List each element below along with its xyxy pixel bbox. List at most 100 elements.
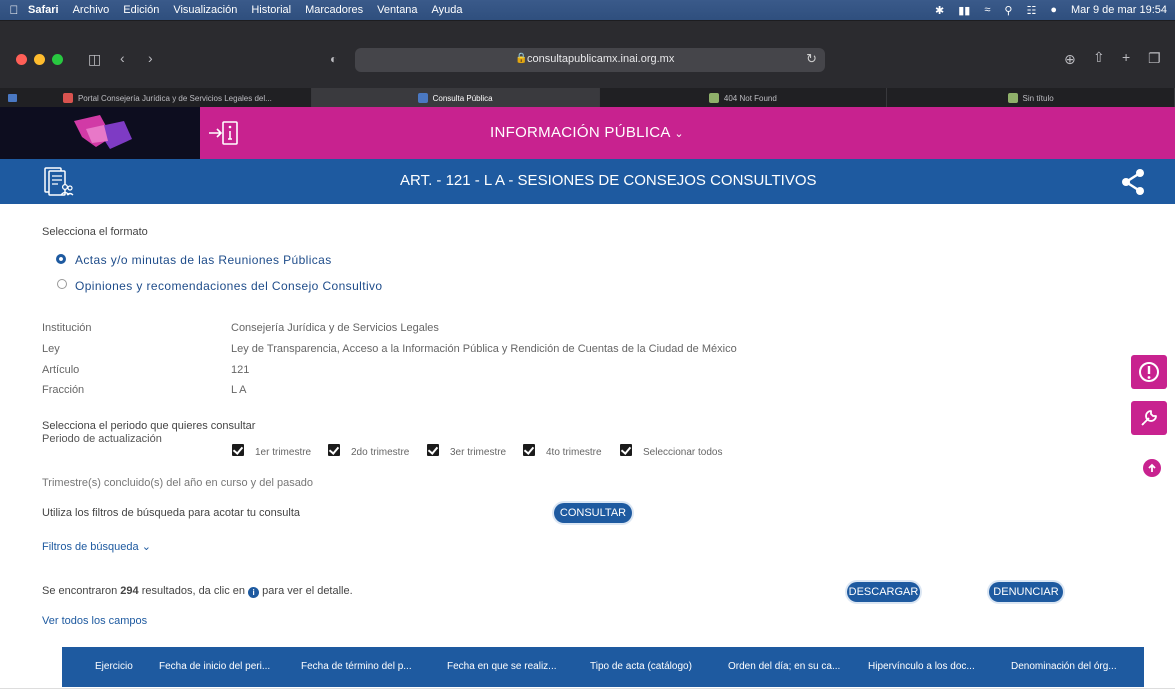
radio-actas-label[interactable]: Actas y/o minutas de las Reuniones Públi…	[75, 253, 332, 267]
checkbox-2do-trimestre-label[interactable]: 2do trimestre	[351, 447, 409, 458]
tab-404[interactable]: 404 Not Found	[600, 88, 888, 108]
privacy-shield-icon[interactable]: ◐	[330, 52, 337, 66]
informacion-publica-menu[interactable]: INFORMACIÓN PÚBLICA ⌄	[490, 124, 684, 141]
tab-label: 404 Not Found	[723, 93, 777, 103]
favicon-icon	[1007, 93, 1018, 103]
favicon-icon	[708, 93, 719, 103]
menu-marcadores[interactable]: Marcadores	[305, 4, 363, 16]
spotlight-search-icon[interactable]: ⚲	[1004, 4, 1012, 17]
siri-icon[interactable]: ●	[1050, 4, 1057, 16]
alert-icon	[1139, 362, 1159, 382]
ver-todos-campos-link[interactable]: Ver todos los campos	[42, 615, 147, 627]
address-url[interactable]: consultapublicamx.inai.org.mx	[527, 53, 674, 65]
consultar-button[interactable]: CONSULTAR	[554, 503, 632, 523]
title-bar: ART. - 121 - L A - SESIONES DE CONSEJOS …	[0, 159, 1175, 204]
tab-label: Portal Consejería Jurídica y de Servicio…	[77, 93, 272, 103]
results-table-header: Ejercicio Fecha de inicio del peri... Fe…	[62, 647, 1144, 687]
results-suffix-a: resultados, da clic en	[141, 585, 246, 597]
login-icon[interactable]	[207, 119, 241, 147]
bluetooth-icon[interactable]: ✱	[935, 4, 944, 17]
zoom-window-button[interactable]	[52, 54, 63, 65]
column-header-fecha-termino[interactable]: Fecha de término del p...	[301, 661, 412, 672]
detail-value-institucion: Consejería Jurídica y de Servicios Legal…	[231, 322, 439, 334]
column-header-denominacion[interactable]: Denominación del órg...	[1011, 661, 1117, 672]
tab-group-icon[interactable]	[0, 88, 24, 108]
chevron-down-icon: ⌄	[674, 128, 684, 140]
checkbox-4to-trimestre-label[interactable]: 4to trimestre	[546, 447, 602, 458]
column-header-fecha-inicio[interactable]: Fecha de inicio del peri...	[159, 661, 270, 672]
filter-hint: Utiliza los filtros de búsqueda para aco…	[42, 507, 301, 519]
tab-consulta-publica[interactable]: Consulta Pública	[311, 88, 600, 108]
tab-portal-consejeria[interactable]: Portal Consejería Jurídica y de Servicio…	[24, 88, 312, 108]
chevron-down-icon: ⌄	[141, 541, 151, 553]
wifi-icon[interactable]: ≈	[984, 4, 990, 16]
reload-icon[interactable]: ↻	[806, 51, 817, 67]
period-note: Trimestre(s) concluido(s) del año en cur…	[42, 477, 314, 489]
menubar-clock[interactable]: Mar 9 de mar 19:54	[1071, 4, 1167, 16]
tools-icon-button[interactable]	[1131, 401, 1167, 435]
menu-visualizacion[interactable]: Visualización	[173, 4, 237, 16]
page-title: ART. - 121 - L A - SESIONES DE CONSEJOS …	[400, 172, 817, 189]
results-count: 294	[120, 585, 139, 597]
checkbox-seleccionar-todos-label[interactable]: Seleccionar todos	[643, 447, 723, 458]
favicon-icon	[62, 93, 73, 103]
menu-historial[interactable]: Historial	[251, 4, 291, 16]
menu-ayuda[interactable]: Ayuda	[432, 4, 463, 16]
descargar-button[interactable]: DESCARGAR	[847, 582, 920, 602]
menu-archivo[interactable]: Archivo	[73, 4, 110, 16]
menu-safari[interactable]: Safari	[28, 4, 59, 16]
column-header-hipervinculo[interactable]: Hipervínculo a los doc...	[868, 661, 975, 672]
arrow-up-icon	[1148, 463, 1156, 472]
new-tab-icon[interactable]: +	[1122, 49, 1130, 65]
apple-icon[interactable]: 	[0, 3, 28, 17]
checkbox-1er-trimestre-label[interactable]: 1er trimestre	[255, 447, 311, 458]
tab-bar: Portal Consejería Jurídica y de Servicio…	[0, 88, 1175, 108]
filters-toggle-label: Filtros de búsqueda	[42, 541, 139, 553]
results-suffix-b: para ver el detalle.	[262, 585, 353, 597]
nav-label: INFORMACIÓN PÚBLICA	[490, 124, 670, 141]
denunciar-button[interactable]: DENUNCIAR	[989, 582, 1063, 602]
wrench-icon	[1141, 410, 1157, 426]
checkbox-1er-trimestre[interactable]	[232, 444, 244, 456]
sidebar-toggle-icon[interactable]: ◫	[88, 51, 101, 68]
checkbox-4to-trimestre[interactable]	[523, 444, 535, 456]
lock-icon: 🔒	[515, 53, 528, 64]
radio-opiniones-label[interactable]: Opiniones y recomendaciones del Consejo …	[75, 279, 383, 293]
tab-overview-icon[interactable]: ❐	[1148, 50, 1161, 67]
checkbox-3er-trimestre[interactable]	[427, 444, 439, 456]
info-icon: i	[248, 587, 260, 598]
document-users-icon	[42, 165, 74, 199]
detail-key-fraccion: Fracción	[42, 384, 85, 396]
control-center-icon[interactable]: ☷	[1026, 4, 1036, 17]
back-icon[interactable]: ‹	[120, 50, 125, 66]
detail-key-articulo: Artículo	[42, 364, 80, 376]
address-bar[interactable]: 🔒 consultapublicamx.inai.org.mx ↻	[355, 48, 825, 72]
column-header-orden-dia[interactable]: Orden del día; en su ca...	[728, 661, 840, 672]
radio-opiniones[interactable]	[57, 279, 67, 289]
site-header: INFORMACIÓN PÚBLICA ⌄	[0, 107, 1175, 159]
column-header-tipo-acta[interactable]: Tipo de acta (catálogo)	[590, 661, 692, 672]
checkbox-seleccionar-todos[interactable]	[620, 444, 632, 456]
checkbox-3er-trimestre-label[interactable]: 3er trimestre	[450, 447, 506, 458]
radio-actas[interactable]	[56, 254, 66, 264]
menu-ventana[interactable]: Ventana	[377, 4, 417, 16]
site-logo[interactable]	[0, 107, 200, 159]
forward-icon[interactable]: ›	[148, 50, 153, 66]
column-header-fecha-realizacion[interactable]: Fecha en que se realiz...	[447, 661, 557, 672]
close-window-button[interactable]	[16, 54, 27, 65]
checkbox-2do-trimestre[interactable]	[328, 444, 340, 456]
share-icon[interactable]	[1118, 167, 1148, 197]
tab-sin-titulo[interactable]: Sin título	[887, 88, 1175, 108]
menu-edicion[interactable]: Edición	[123, 4, 159, 16]
macos-menu-bar:  Safari Archivo Edición Visualización H…	[0, 0, 1175, 20]
minimize-window-button[interactable]	[34, 54, 45, 65]
share-toolbar-icon[interactable]: ⇧	[1093, 49, 1105, 66]
column-header-ejercicio[interactable]: Ejercicio	[95, 661, 133, 672]
search-filters-toggle[interactable]: Filtros de búsqueda ⌄	[42, 540, 151, 553]
period-label: Selecciona el periodo que quieres consul…	[42, 420, 256, 432]
downloads-icon[interactable]: ⊕	[1064, 51, 1076, 68]
update-period-label: Periodo de actualización	[42, 433, 162, 445]
scroll-up-button[interactable]	[1143, 459, 1161, 477]
alert-icon-button[interactable]	[1131, 355, 1167, 389]
battery-icon[interactable]: ▮▮	[958, 4, 970, 17]
